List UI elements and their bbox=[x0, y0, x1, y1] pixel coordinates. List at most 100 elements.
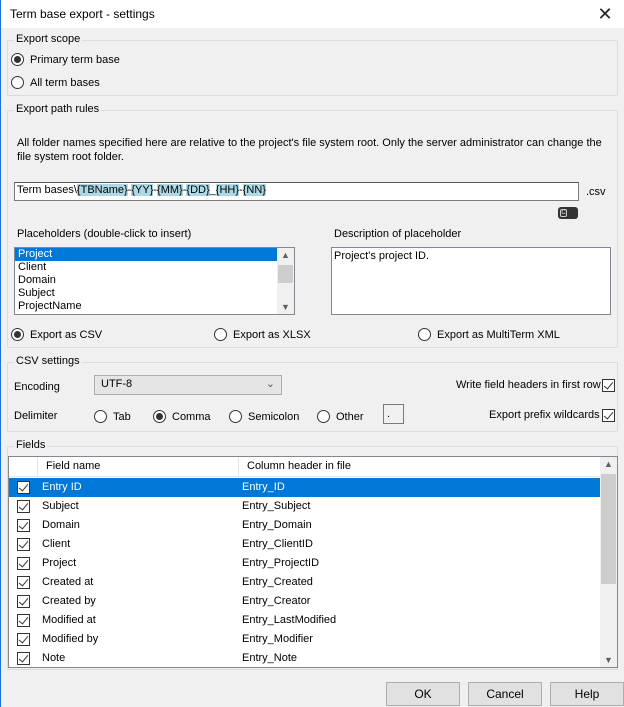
table-row[interactable]: Entry ID Entry_ID bbox=[9, 478, 602, 497]
export-path-rules-legend: Export path rules bbox=[14, 103, 102, 115]
field-checkbox[interactable] bbox=[17, 557, 30, 570]
placeholders-scrollbar[interactable]: ▲ ▼ bbox=[277, 248, 294, 314]
write-headers-checkbox[interactable] bbox=[602, 379, 615, 392]
ok-button[interactable]: OK bbox=[386, 682, 460, 706]
fields-table[interactable]: Field name Column header in file Entry I… bbox=[8, 456, 618, 668]
extension-label: .csv bbox=[586, 186, 606, 198]
fields-legend: Fields bbox=[14, 439, 48, 451]
field-checkbox[interactable] bbox=[17, 481, 30, 494]
radio-delimiter-other[interactable]: Other bbox=[317, 410, 364, 423]
radio-export-xlsx[interactable]: Export as XLSX bbox=[214, 328, 311, 341]
field-name-cell: Entry ID bbox=[42, 481, 82, 493]
table-row[interactable]: Subject Entry_Subject bbox=[9, 497, 602, 516]
radio-label: Comma bbox=[172, 410, 211, 423]
table-row[interactable]: Created by Entry_Creator bbox=[9, 592, 602, 611]
description-label: Description of placeholder bbox=[334, 228, 462, 240]
placeholders-listbox[interactable]: Project Client Domain Subject ProjectName ▲ … bbox=[14, 247, 295, 315]
scroll-thumb[interactable] bbox=[278, 265, 293, 283]
scroll-thumb[interactable] bbox=[601, 474, 616, 584]
table-row[interactable]: Note Entry_Note bbox=[9, 649, 602, 667]
field-checkbox[interactable] bbox=[17, 500, 30, 513]
help-button[interactable]: Help bbox=[550, 682, 624, 706]
field-checkbox[interactable] bbox=[17, 519, 30, 532]
radio-dot bbox=[317, 410, 330, 423]
scroll-up-icon[interactable]: ▲ bbox=[277, 248, 294, 262]
radio-label: Semicolon bbox=[248, 410, 300, 423]
table-row[interactable]: Modified by Entry_Modifier bbox=[9, 630, 602, 649]
cancel-button[interactable]: Cancel bbox=[468, 682, 542, 706]
prefix-wildcards-label: Export prefix wildcards bbox=[489, 409, 600, 421]
field-checkbox[interactable] bbox=[17, 633, 30, 646]
table-row[interactable]: Modified at Entry_LastModified bbox=[9, 611, 602, 630]
encoding-label: Encoding bbox=[14, 381, 60, 393]
column-header-cell: Entry_Note bbox=[242, 652, 298, 664]
column-header-cell: Entry_Created bbox=[242, 576, 313, 588]
column-header-cell: Entry_Domain bbox=[242, 519, 312, 531]
table-row[interactable]: Domain Entry_Domain bbox=[9, 516, 602, 535]
field-checkbox[interactable] bbox=[17, 652, 30, 665]
radio-export-multiterm[interactable]: Export as MultiTerm XML bbox=[418, 328, 560, 341]
scroll-down-icon[interactable]: ▼ bbox=[277, 300, 294, 314]
radio-label: All term bases bbox=[30, 76, 100, 89]
close-icon[interactable]: ✕ bbox=[594, 3, 616, 25]
fields-scrollbar[interactable]: ▲ ▼ bbox=[600, 457, 617, 667]
placeholder-item[interactable]: Project bbox=[15, 248, 278, 261]
column-header-file-header[interactable]: Column header in file bbox=[247, 460, 351, 472]
title-bar: Term base export - settings ✕ bbox=[1, 0, 624, 28]
radio-label: Other bbox=[336, 410, 364, 423]
field-name-cell: Created by bbox=[42, 595, 96, 607]
column-header-cell: Entry_Modifier bbox=[242, 633, 313, 645]
radio-dot bbox=[229, 410, 242, 423]
path-prefix: Term bases\ bbox=[17, 184, 77, 196]
radio-label: Export as MultiTerm XML bbox=[437, 328, 560, 341]
scroll-up-icon[interactable]: ▲ bbox=[600, 457, 617, 471]
placeholder-item[interactable]: Domain bbox=[15, 274, 278, 287]
field-checkbox[interactable] bbox=[17, 576, 30, 589]
placeholder-item[interactable]: Client bbox=[15, 261, 278, 274]
radio-all-term-bases[interactable]: All term bases bbox=[11, 76, 100, 89]
placeholder-item[interactable]: Subject bbox=[15, 287, 278, 300]
path-placeholder-token: {DD} bbox=[186, 184, 210, 196]
column-header-cell: Entry_LastModified bbox=[242, 614, 337, 626]
path-separator: _ bbox=[209, 184, 216, 196]
placeholder-item[interactable]: ProjectName bbox=[15, 300, 278, 313]
field-name-cell: Project bbox=[42, 557, 77, 569]
encoding-select[interactable]: UTF-8 ⌄ bbox=[94, 375, 282, 395]
toggle-switch[interactable]: C bbox=[558, 207, 578, 219]
export-path-input[interactable]: Term bases\{TBName}-{YY}-{MM}-{DD}_{HH}-… bbox=[14, 182, 579, 201]
radio-dot bbox=[214, 328, 227, 341]
radio-dot bbox=[153, 410, 166, 423]
delimiter-label: Delimiter bbox=[14, 410, 58, 422]
column-header-cell: Entry_Subject bbox=[242, 500, 311, 512]
other-delimiter-input[interactable]: . bbox=[383, 404, 404, 424]
column-separator bbox=[238, 457, 239, 477]
radio-delimiter-comma[interactable]: Comma bbox=[153, 410, 211, 423]
radio-primary-term-base[interactable]: Primary term base bbox=[11, 53, 120, 66]
fields-table-header: Field name Column header in file bbox=[9, 457, 602, 477]
table-row[interactable]: Created at Entry_Created bbox=[9, 573, 602, 592]
radio-delimiter-semicolon[interactable]: Semicolon bbox=[229, 410, 299, 423]
field-name-cell: Created at bbox=[42, 576, 94, 588]
csv-settings-legend: CSV settings bbox=[14, 355, 82, 367]
table-row[interactable]: Project Entry_ProjectID bbox=[9, 554, 602, 573]
column-header-cell: Entry_Creator bbox=[242, 595, 311, 607]
column-header-field-name[interactable]: Field name bbox=[46, 460, 100, 472]
field-checkbox[interactable] bbox=[17, 614, 30, 627]
radio-dot bbox=[11, 76, 24, 89]
radio-label: Export as XLSX bbox=[233, 328, 311, 341]
path-placeholder-token: {YY} bbox=[131, 184, 154, 196]
field-checkbox[interactable] bbox=[17, 595, 30, 608]
table-row[interactable]: Client Entry_ClientID bbox=[9, 535, 602, 554]
column-header-cell: Entry_ID bbox=[242, 481, 285, 493]
field-name-cell: Modified by bbox=[42, 633, 99, 645]
prefix-wildcards-checkbox[interactable] bbox=[602, 409, 615, 422]
field-checkbox[interactable] bbox=[17, 538, 30, 551]
radio-delimiter-tab[interactable]: Tab bbox=[94, 410, 131, 423]
scroll-down-icon[interactable]: ▼ bbox=[600, 653, 617, 667]
radio-export-csv[interactable]: Export as CSV bbox=[11, 328, 102, 341]
toggle-knob: C bbox=[560, 209, 567, 217]
placeholders-label: Placeholders (double-click to insert) bbox=[17, 228, 192, 240]
radio-label: Export as CSV bbox=[30, 328, 103, 341]
field-name-cell: Modified at bbox=[42, 614, 96, 626]
field-name-cell: Client bbox=[42, 538, 71, 550]
